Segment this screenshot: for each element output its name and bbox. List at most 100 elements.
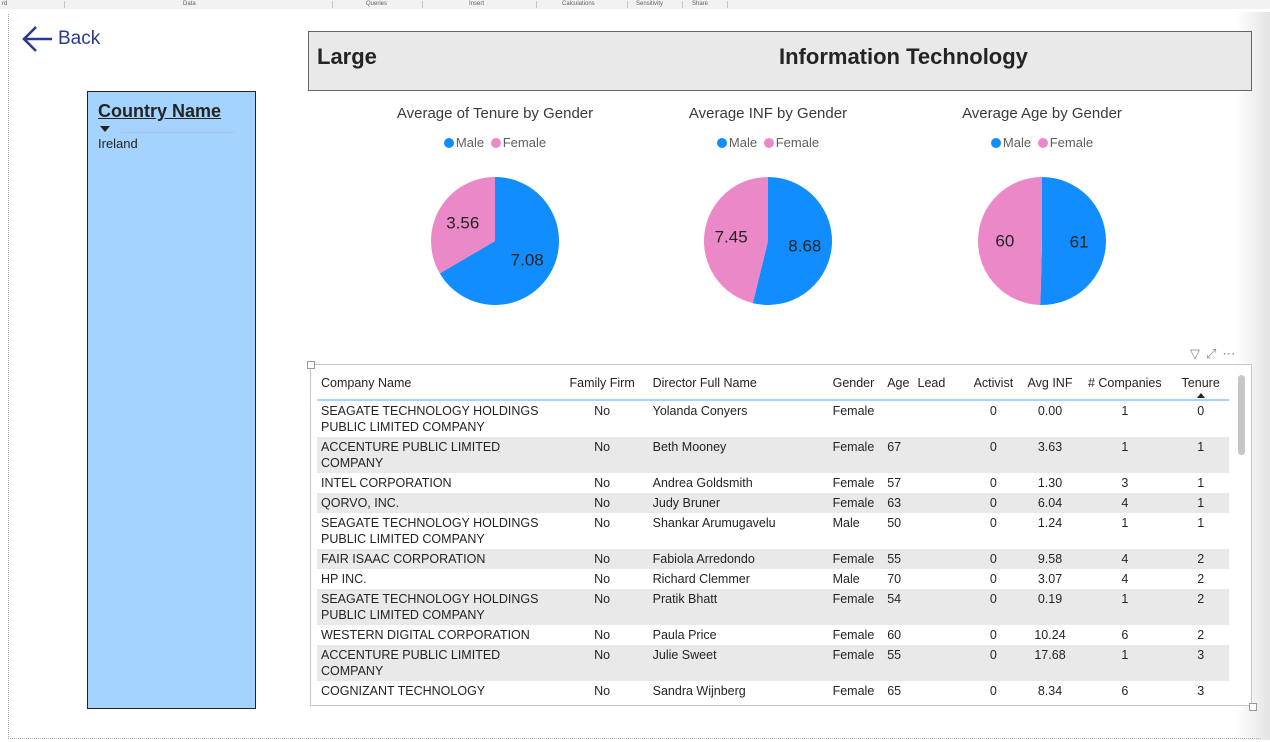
table-cell: Female — [828, 437, 884, 473]
ribbon-item-insert[interactable]: Insert — [469, 1, 484, 7]
ribbon-item-calculations[interactable]: Calculations — [562, 1, 595, 7]
table-cell: 50 — [887, 516, 902, 530]
table-row[interactable]: ACCENTURE PUBLIC LIMITED COMPANY No Julie … — [317, 645, 1229, 681]
table-cell: Richard Clemmer — [652, 572, 750, 586]
table-cell: 0 — [1197, 404, 1205, 418]
table-row[interactable]: SEAGATE TECHNOLOGY HOLDINGS PUBLIC LIMIT… — [317, 400, 1229, 437]
pie-svg: 7.08 3.56 — [431, 177, 559, 305]
col-header-lead[interactable]: Lead — [913, 369, 965, 401]
inf-pie-chart[interactable]: Average INF by Gender Male Female 8.68 7.… — [648, 100, 888, 330]
pie-svg: 61 60 — [978, 177, 1107, 305]
table-cell: 1 — [1077, 589, 1173, 625]
table-cell: 0.19 — [1022, 589, 1078, 625]
table-cell: 0 — [989, 476, 997, 490]
slicer-title: Country Name — [98, 101, 222, 121]
table-cell: 2 — [1172, 589, 1229, 625]
table-cell: 1 — [1077, 645, 1173, 681]
pie-data-label: 7.08 — [511, 250, 544, 269]
table-cell — [914, 513, 965, 549]
country-slicer: Country Name Ireland — [87, 91, 256, 709]
filter-icon[interactable]: ▽ — [1190, 346, 1206, 361]
focus-mode-icon[interactable]: ⤢ — [1206, 346, 1222, 361]
table-row[interactable]: WESTERN DIGITAL CORPORATION No Paula Price… — [317, 625, 1229, 645]
table-cell — [913, 437, 965, 473]
table-cell: 8.34 — [1037, 684, 1063, 698]
table-cell: 0 — [964, 437, 1023, 473]
ribbon-item[interactable]: rd — [2, 1, 7, 7]
slicer-item-ireland[interactable]: Ireland — [98, 136, 138, 151]
table-cell: 0 — [964, 493, 1023, 513]
table-cell: 1 — [1172, 493, 1229, 513]
ribbon-item-share[interactable]: Share — [692, 1, 708, 7]
col-header-companies[interactable]: # Companies — [1077, 369, 1173, 401]
table-cell: QORVO, INC. — [317, 493, 556, 513]
table-cell: 3.07 — [1037, 572, 1063, 586]
table-row[interactable]: ACCENTURE PUBLIC LIMITED COMPANY No Beth M… — [317, 437, 1229, 473]
table-cell: 0 — [989, 516, 997, 530]
col-header-family-firm[interactable]: Family Firm — [555, 369, 649, 401]
ribbon-item-sensitivity[interactable]: Sensitivity — [636, 1, 663, 7]
table-cell — [913, 645, 965, 681]
caret-down-icon[interactable] — [100, 126, 110, 132]
pie-data-label: 60 — [995, 232, 1014, 251]
col-header-tenure[interactable]: Tenure — [1172, 369, 1229, 401]
table-cell: 0 — [964, 645, 1023, 681]
table-row[interactable]: SEAGATE TECHNOLOGY HOLDINGS PUBLIC LIMIT… — [317, 513, 1229, 549]
directors-table[interactable]: Company Name Family Firm Director Full N… — [310, 364, 1252, 706]
table-cell: 1 — [1197, 476, 1205, 490]
table-cell: Female — [828, 589, 884, 625]
table-cell: Female — [828, 493, 884, 513]
col-header-avg-inf[interactable]: Avg INF — [1022, 369, 1078, 401]
table-cell: 67 — [883, 437, 914, 473]
table-cell: 1.30 — [1037, 476, 1063, 490]
industry-label: Information Technology — [779, 44, 1028, 69]
table-cell: Female — [832, 476, 875, 490]
table-cell: 2 — [1197, 572, 1205, 586]
col-header-gender[interactable]: Gender — [828, 369, 884, 401]
table-row[interactable]: INTEL CORPORATION No Andrea Goldsmith Femal… — [317, 473, 1229, 493]
table-cell: 63 — [883, 493, 914, 513]
table-row[interactable]: SEAGATE TECHNOLOGY HOLDINGS PUBLIC LIMIT… — [317, 589, 1229, 625]
table-cell: ACCENTURE PUBLIC LIMITED COMPANY — [317, 437, 556, 473]
table-row[interactable]: FAIR ISAAC CORPORATION No Fabiola Arredond… — [317, 549, 1229, 569]
arrow-left-icon — [22, 26, 52, 52]
ribbon-item-queries[interactable]: Queries — [366, 1, 387, 7]
table-row[interactable]: QORVO, INC. No Judy Bruner Female 63 0 6.04 4 1 — [317, 493, 1229, 513]
table-cell: No — [555, 493, 649, 513]
table-cell — [914, 569, 965, 589]
table-cell: 3 — [1172, 645, 1229, 681]
tenure-pie-chart[interactable]: Average of Tenure by Gender Male Female … — [375, 100, 615, 330]
table-cell: 55 — [883, 549, 914, 569]
table-cell: WESTERN DIGITAL CORPORATION — [321, 628, 530, 642]
col-header-age[interactable]: Age — [883, 369, 914, 401]
table-cell: 0 — [989, 404, 997, 418]
table-cell: HP INC. — [321, 572, 367, 586]
ribbon-item-data[interactable]: Data — [183, 1, 196, 7]
table-cell: 9.58 — [1022, 549, 1078, 569]
table-cell: 3 — [1121, 476, 1129, 490]
table-scrollbar[interactable] — [1238, 375, 1245, 455]
back-button[interactable]: Back — [20, 24, 100, 54]
age-pie-chart[interactable]: Average Age by Gender Male Female 61 60 — [922, 100, 1162, 330]
table-cell — [913, 549, 965, 569]
more-options-icon[interactable]: ⋯ — [1222, 346, 1241, 361]
table-cell: 57 — [887, 476, 902, 490]
table-cell: No — [594, 476, 611, 490]
table-row[interactable]: HP INC. No Richard Clemmer Male 70 0 3.07 4 2 — [317, 569, 1229, 589]
table-cell: 0 — [964, 549, 1023, 569]
table-cell: 3.63 — [1022, 437, 1078, 473]
table-cell: Female — [832, 684, 875, 698]
table-cell: 70 — [887, 572, 902, 586]
table-cell: No — [594, 404, 611, 418]
table-cell: 60 — [887, 628, 902, 642]
table-row[interactable]: COGNIZANT TECHNOLOGY No Sandra Wijnberg Fem… — [317, 681, 1229, 701]
col-header-company[interactable]: Company Name — [317, 369, 556, 401]
table-cell: 65 — [887, 684, 902, 698]
table-cell: No — [555, 645, 649, 681]
table-cell: Shankar Arumugavelu — [652, 516, 776, 530]
table-cell: 1.24 — [1037, 516, 1063, 530]
sort-ascending-icon — [1196, 393, 1205, 398]
col-header-activist[interactable]: Activist — [964, 369, 1023, 401]
col-header-director[interactable]: Director Full Name — [648, 369, 829, 401]
table-cell: 6 — [1121, 628, 1129, 642]
